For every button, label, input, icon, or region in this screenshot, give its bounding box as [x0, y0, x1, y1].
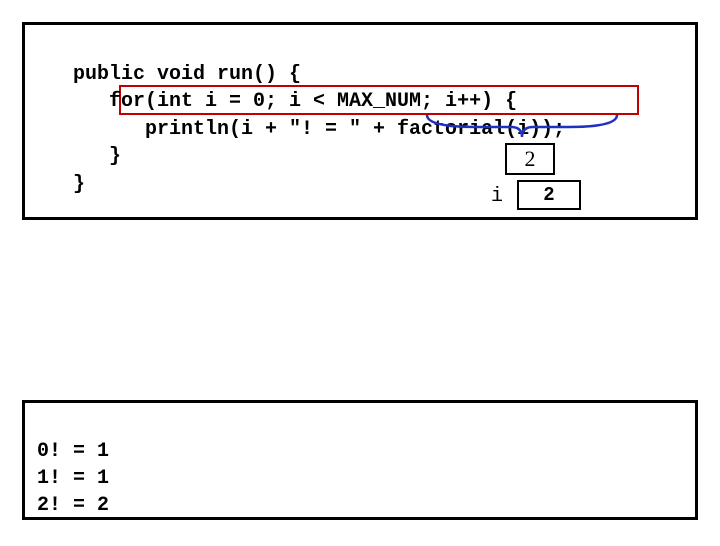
- output-line-3: 2! = 2: [37, 494, 109, 517]
- var-i-value: 2: [543, 184, 554, 206]
- output-line-1: 0! = 1: [37, 440, 109, 463]
- code-line-4: }: [73, 145, 121, 168]
- var-i-value-box: 2: [517, 180, 581, 210]
- console-output: 0! = 1 1! = 1 2! = 2: [37, 411, 109, 546]
- var-i-label: i: [491, 185, 503, 208]
- output-frame: 0! = 1 1! = 1 2! = 2: [22, 400, 698, 520]
- factorial-return-value: 2: [525, 146, 536, 172]
- code-frame: public void run() { for(int i = 0; i < M…: [22, 22, 698, 220]
- code-line-5: }: [73, 173, 85, 196]
- brace-icon: [425, 113, 620, 147]
- code-line-1: public void run() {: [73, 63, 301, 86]
- factorial-return-box: 2: [505, 143, 555, 175]
- code-line-2: for(int i = 0; i < MAX_NUM; i++) {: [73, 90, 517, 113]
- output-line-2: 1! = 1: [37, 467, 109, 490]
